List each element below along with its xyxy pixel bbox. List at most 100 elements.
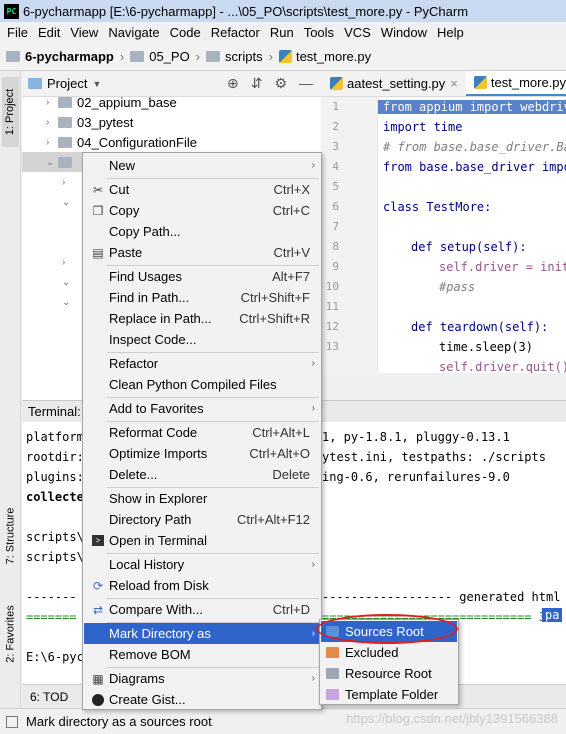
menu-item-remove-bom[interactable]: Remove BOM [84,644,320,665]
tree-item[interactable]: › 04_ConfigurationFile [46,132,197,152]
breadcrumb-05-po[interactable]: 05_PO › [130,49,206,64]
code-line: class TestMore: [383,200,492,214]
menu-item-inspect-code[interactable]: Inspect Code... [84,329,320,350]
menu-help[interactable]: Help [432,25,469,40]
code-line: self.driver = init [439,260,566,274]
tree-item[interactable]: ⌄ [62,272,74,292]
menu-item-delete[interactable]: Delete... Delete [84,464,320,485]
breadcrumb-project[interactable]: 6-pycharmapp › [6,49,130,64]
menu-item-add-to-favorites[interactable]: Add to Favorites › [84,398,320,419]
code-line: def setup(self): [411,240,527,254]
submenu-item-excluded[interactable]: Excluded [321,642,457,663]
menu-item-diagrams[interactable]: ▦ Diagrams › [84,668,320,689]
status-text: Mark directory as a sources root [26,714,212,729]
menu-item-reload-from-disk[interactable]: ⟳ Reload from Disk [84,575,320,596]
tree-item[interactable]: › 02_appium_base [46,97,177,112]
menu-item-reformat-code[interactable]: Reformat Code Ctrl+Alt+L [84,422,320,443]
watermark: https://blog.csdn.net/jbly1391566388 [346,711,558,726]
status-toggle-icon[interactable] [6,715,18,728]
folder-icon [206,50,221,62]
menu-item-show-in-explorer[interactable]: Show in Explorer [84,488,320,509]
menu-item-clean-compiled[interactable]: Clean Python Compiled Files [84,374,320,395]
menu-code[interactable]: Code [165,25,206,40]
menu-item-mark-directory-as[interactable]: Mark Directory as › [84,623,320,644]
terminal-badge: pa [542,608,563,622]
tool-tab-structure[interactable]: 7: Structure [2,491,19,581]
code-line: self.driver.quit() [439,360,566,373]
menu-view[interactable]: View [65,25,103,40]
scissors-icon: ✂ [92,182,104,197]
menu-item-local-history[interactable]: Local History › [84,554,320,575]
code-line: def teardown(self): [411,320,549,334]
pycharm-app-icon: PC [4,3,19,19]
paste-icon: ▤ [92,245,104,260]
close-icon[interactable]: × [450,76,458,91]
menu-item-open-in-terminal[interactable]: > Open in Terminal [84,530,320,551]
menu-run[interactable]: Run [265,25,299,40]
menu-window[interactable]: Window [376,25,432,40]
tree-item[interactable]: › [62,252,74,272]
menu-item-copy-path[interactable]: Copy Path... [84,221,320,242]
project-view-selector[interactable]: Project [47,76,87,91]
menu-item-find-usages[interactable]: Find Usages Alt+F7 [84,266,320,287]
menu-navigate[interactable]: Navigate [103,25,164,40]
tab-aatest-setting[interactable]: aatest_setting.py × [322,71,466,96]
code-line: time.sleep(3) [439,340,533,354]
submenu-arrow-icon: › [311,403,315,414]
menu-tools[interactable]: Tools [299,25,339,40]
chevron-down-icon[interactable]: ▼ [92,79,101,89]
menu-item-paste[interactable]: ▤ Paste Ctrl+V [84,242,320,263]
menu-refactor[interactable]: Refactor [206,25,265,40]
submenu-item-template-folder[interactable]: Template Folder [321,684,457,705]
python-file-icon [278,49,292,63]
terminal-line: platform [26,430,84,444]
template-folder-icon [326,689,339,700]
terminal-line: ytest.ini, testpaths: ./scripts [322,450,546,464]
terminal-line: 1, py-1.8.1, pluggy-0.13.1 [322,430,510,444]
locate-icon[interactable]: ⊕ [227,75,239,92]
terminal-title: Terminal: [28,404,81,419]
hide-icon[interactable]: — [299,75,313,92]
title-bar: PC 6-pycharmapp [E:\6-pycharmapp] - ...\… [0,0,566,22]
editor-tabs: aatest_setting.py × test_more.py [322,71,566,97]
context-menu: New › ✂ Cut Ctrl+X ❐ Copy Ctrl+C Copy Path...… [82,152,322,710]
menu-edit[interactable]: Edit [33,25,65,40]
collapse-icon[interactable]: ⇵ [251,75,263,92]
menu-vcs[interactable]: VCS [339,25,376,40]
tool-tab-favorites[interactable]: 2: Favorites [2,591,19,677]
editor-gutter: 1 2 3 4 5 6 7 8 9 10 11 12 13 [322,97,378,373]
menu-item-compare-with[interactable]: ⇄ Compare With... Ctrl+D [84,599,320,620]
menu-item-optimize-imports[interactable]: Optimize Imports Ctrl+Alt+O [84,443,320,464]
tree-item[interactable]: ⌄ [62,292,74,312]
diagrams-icon: ▦ [92,671,104,686]
terminal-line: ing-0.6, rerunfailures-9.0 [322,470,510,484]
excluded-folder-icon [326,647,339,658]
submenu-item-resource-root[interactable]: Resource Root [321,663,457,684]
menu-item-create-gist[interactable]: Create Gist... [84,689,320,710]
reload-icon: ⟳ [92,578,104,593]
breadcrumb-scripts[interactable]: scripts › [206,49,279,64]
tool-tab-project[interactable]: 1: Project [2,77,19,147]
breadcrumb: 6-pycharmapp › 05_PO › scripts › test_more.… [0,42,566,71]
tab-test-more[interactable]: test_more.py [465,71,566,96]
code-line: #pass [439,280,476,294]
python-file-icon [330,77,343,90]
menu-file[interactable]: File [2,25,33,40]
menu-item-copy[interactable]: ❐ Copy Ctrl+C [84,200,320,221]
menu-item-replace-in-path[interactable]: Replace in Path... Ctrl+Shift+R [84,308,320,329]
terminal-line: collecte [26,490,84,504]
submenu-arrow-icon: › [311,673,315,684]
menu-item-refactor[interactable]: Refactor › [84,353,320,374]
menu-item-directory-path[interactable]: Directory Path Ctrl+Alt+F12 [84,509,320,530]
window-title: 6-pycharmapp [E:\6-pycharmapp] - ...\05_… [23,3,469,19]
tree-item[interactable]: › [62,172,74,192]
code-editor[interactable]: from appium import webdriv import time #… [378,97,566,373]
menu-item-find-in-path[interactable]: Find in Path... Ctrl+Shift+F [84,287,320,308]
tree-item[interactable]: › 03_pytest [46,112,133,132]
tree-item[interactable]: ⌄ [62,192,74,212]
menu-item-new[interactable]: New › [84,155,320,176]
tool-tab-todo[interactable]: 6: TOD [30,690,68,704]
breadcrumb-test-more[interactable]: test_more.py [278,49,371,64]
menu-item-cut[interactable]: ✂ Cut Ctrl+X [84,179,320,200]
gear-icon[interactable]: ⚙ [274,75,287,92]
